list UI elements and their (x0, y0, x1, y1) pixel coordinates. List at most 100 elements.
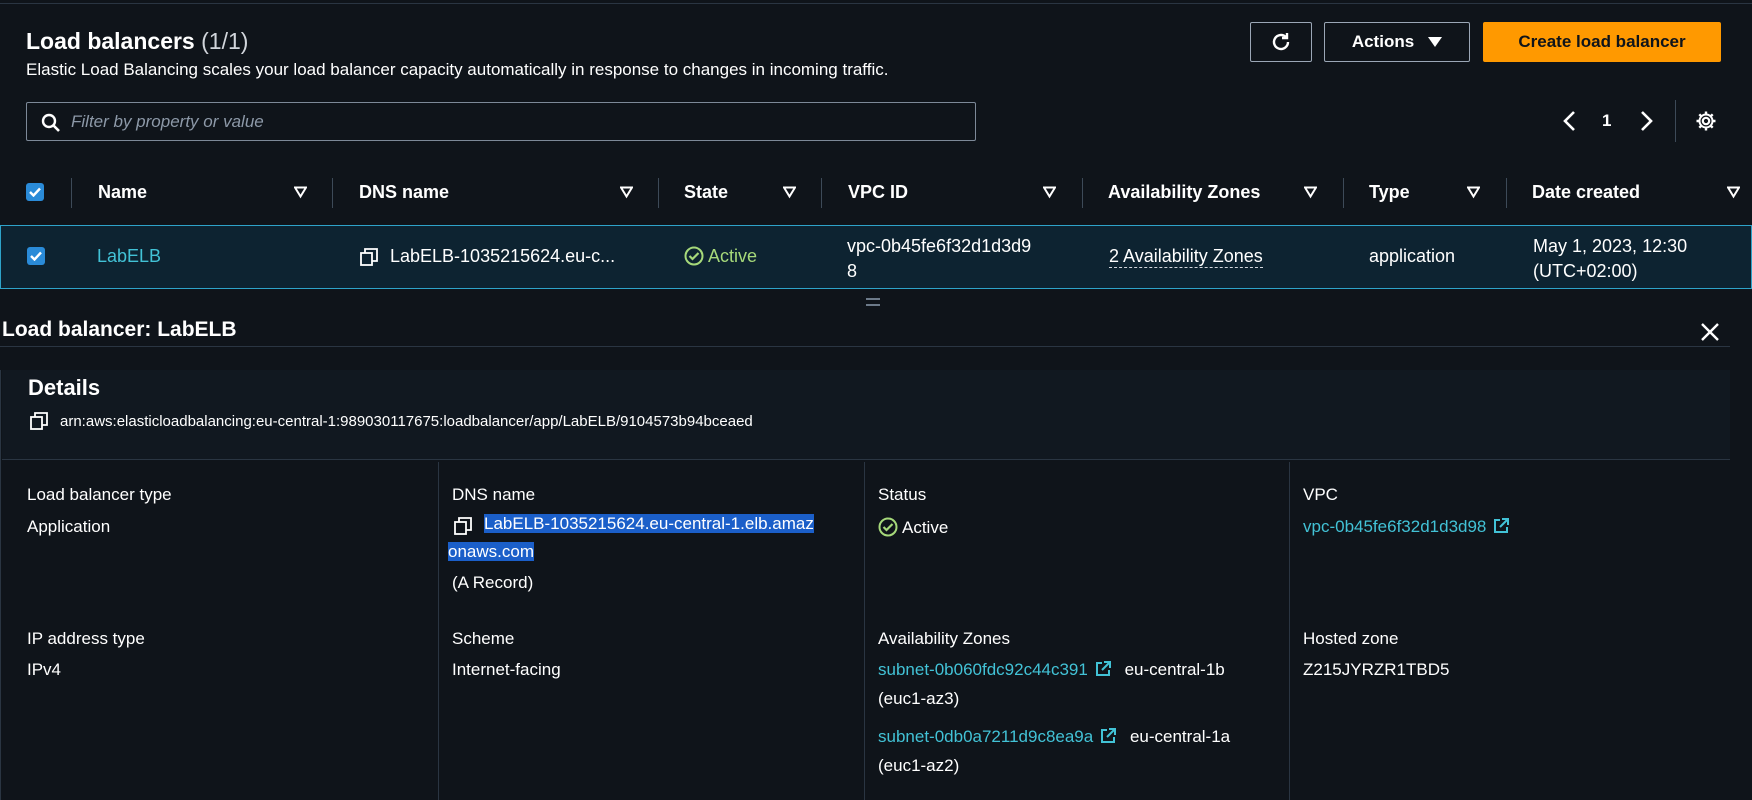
pager-divider (1675, 100, 1676, 142)
previous-page-button[interactable] (1562, 108, 1576, 134)
sort-icon (1727, 186, 1740, 199)
hosted-zone-value: Z215JYRZR1TBD5 (1303, 660, 1450, 679)
row-dns-name: LabELB-1035215624.eu-c... (390, 246, 616, 266)
sort-icon (1304, 186, 1317, 199)
dns-name-line2[interactable]: onaws.com (448, 542, 534, 562)
column-header-type[interactable]: Type (1369, 170, 1410, 214)
vpc-label: VPC (1303, 485, 1338, 504)
column-divider (71, 178, 72, 208)
vpc-link[interactable]: vpc-0b45fe6f32d1d3d98 (1303, 517, 1486, 536)
sort-icon (783, 186, 796, 199)
scheme-value: Internet-facing (452, 660, 561, 679)
dns-name-label: DNS name (452, 485, 536, 504)
arn-value: arn:aws:elasticloadbalancing:eu-central-… (60, 413, 753, 430)
page-title: Load balancers (1/1) (26, 28, 249, 54)
create-load-balancer-button[interactable]: Create load balancer (1483, 22, 1721, 62)
load-balancers-page: Load balancers (1/1) Elastic Load Balanc… (0, 0, 1752, 800)
row-date-created: May 1, 2023, 12:30 (UTC+02:00) (1533, 236, 1688, 281)
status-value: Active (878, 517, 948, 538)
column-header-vpc-id[interactable]: VPC ID (848, 170, 908, 214)
ip-address-type-value: IPv4 (27, 660, 62, 679)
subnet-1-link[interactable]: subnet-0b060fdc92c44c391 (878, 660, 1088, 679)
subnet-2-entry: subnet-0db0a7211d9c8ea9a eu-central-1a (878, 727, 1230, 747)
subnet-1-zone: eu-central-1b (1124, 660, 1225, 679)
caret-down-icon (1428, 37, 1443, 47)
status-success-icon (878, 517, 898, 537)
row-vpc-id: vpc-0b45fe6f32d1d3d9 8 (847, 236, 1032, 281)
column-header-name[interactable]: Name (98, 170, 147, 214)
select-all-checkbox[interactable] (26, 170, 44, 214)
scheme-label: Scheme (452, 629, 515, 648)
refresh-icon (1272, 33, 1290, 51)
row-state: Active (684, 246, 757, 267)
external-link-icon (1095, 661, 1111, 676)
external-link-icon (1101, 728, 1117, 743)
checkbox-checked-icon (27, 247, 45, 265)
column-divider (332, 178, 333, 208)
top-divider (0, 0, 1752, 4)
panel-title: Load balancer: LabELB (2, 318, 237, 341)
subnet-2-link[interactable]: subnet-0db0a7211d9c8ea9a (878, 727, 1093, 746)
subnet-1-entry: subnet-0b060fdc92c44c391 eu-central-1b (878, 660, 1225, 680)
preferences-button[interactable] (1695, 108, 1717, 134)
close-panel-button[interactable] (1700, 322, 1720, 347)
lb-type-value: Application (27, 517, 111, 536)
status-success-icon (684, 246, 704, 266)
column-divider (1506, 178, 1507, 208)
subnet-2-az-id: (euc1-az2) (878, 756, 960, 775)
panel-divider (0, 346, 1730, 347)
sort-icon (1043, 186, 1056, 199)
table-header: Name DNS name State VPC ID Availability … (0, 170, 1752, 214)
column-header-state[interactable]: State (684, 170, 728, 214)
external-link-icon (1494, 518, 1510, 533)
row-availability-zones[interactable]: 2 Availability Zones (1109, 246, 1263, 268)
column-header-dns-name[interactable]: DNS name (359, 170, 449, 214)
dns-name-line1[interactable]: LabELB-1035215624.eu-central-1.elb.amaz (484, 514, 814, 534)
column-divider (1289, 462, 1290, 800)
column-header-date-created[interactable]: Date created (1532, 170, 1640, 214)
row-type: application (1369, 246, 1456, 266)
actions-label: Actions (1351, 32, 1415, 51)
details-title: Details (28, 375, 101, 400)
sort-icon (1467, 186, 1480, 199)
dns-record-type: (A Record) (452, 573, 534, 592)
search-icon (41, 113, 60, 132)
filter-box (26, 102, 976, 141)
vpc-entry: vpc-0b45fe6f32d1d3d98 (1303, 517, 1510, 537)
current-page[interactable]: 1 (1602, 108, 1611, 134)
availability-zones-label: Availability Zones (878, 629, 1010, 648)
actions-button[interactable]: Actions (1324, 22, 1470, 62)
chevron-left-icon (1563, 111, 1575, 131)
status-label: Status (878, 485, 927, 504)
column-divider (658, 178, 659, 208)
gear-icon (1696, 111, 1716, 131)
page-description: Elastic Load Balancing scales your load … (26, 60, 889, 79)
column-header-availability-zones[interactable]: Availability Zones (1108, 170, 1260, 214)
hosted-zone-label: Hosted zone (1303, 629, 1399, 648)
table-row[interactable]: LabELB LabELB-1035215624.eu-c... Active … (0, 225, 1752, 289)
sort-icon (294, 186, 307, 199)
filter-input[interactable] (71, 103, 961, 140)
refresh-button[interactable] (1250, 22, 1312, 62)
copy-icon[interactable] (454, 517, 472, 540)
lb-type-label: Load balancer type (27, 485, 172, 504)
checkbox-checked-icon (26, 183, 44, 201)
row-checkbox[interactable] (27, 247, 45, 265)
sort-icon (620, 186, 633, 199)
column-divider (864, 462, 865, 800)
column-divider (438, 462, 439, 800)
subnet-1-az-id: (euc1-az3) (878, 689, 960, 708)
row-name-link[interactable]: LabELB (97, 246, 161, 267)
close-icon (1701, 323, 1719, 341)
item-count: (1/1) (201, 28, 249, 54)
column-divider (821, 178, 822, 208)
ip-address-type-label: IP address type (27, 629, 145, 648)
copy-icon[interactable] (360, 248, 378, 271)
next-page-button[interactable] (1640, 108, 1654, 134)
chevron-right-icon (1641, 111, 1653, 131)
resize-handle[interactable] (866, 298, 880, 306)
subnet-2-zone: eu-central-1a (1129, 727, 1231, 746)
copy-icon[interactable] (30, 412, 48, 435)
column-divider (1082, 178, 1083, 208)
column-divider (1343, 178, 1344, 208)
